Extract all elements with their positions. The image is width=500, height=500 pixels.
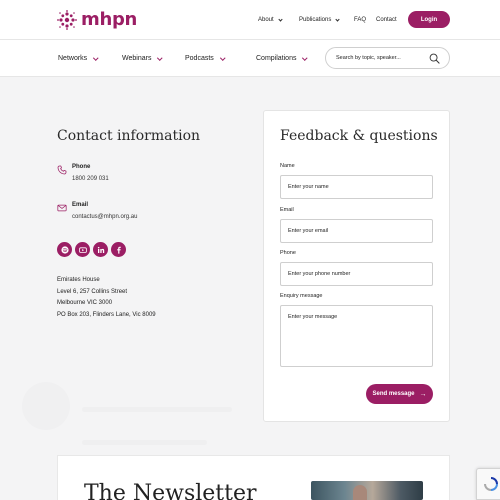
subnav-item-label: Networks (58, 55, 88, 62)
logo-mark-icon (57, 9, 77, 30)
message-field[interactable] (280, 305, 433, 367)
chevron-down-icon (157, 55, 163, 60)
search-icon[interactable] (429, 53, 440, 64)
contact-phone: Phone 1800 209 031 (57, 164, 109, 182)
contact-title: Contact information (57, 128, 201, 144)
youtube-icon[interactable] (75, 242, 90, 257)
faded-decoration (82, 440, 207, 445)
subnav-item-webinars[interactable]: Webinars (122, 40, 163, 77)
nav-publications[interactable]: Publications (299, 0, 340, 40)
feedback-title: Feedback & questions (280, 128, 438, 144)
recaptcha-badge[interactable] (476, 468, 500, 500)
mail-icon (57, 204, 67, 212)
send-message-button[interactable]: Send message → (366, 384, 433, 404)
nav-faq-label: FAQ (354, 17, 367, 23)
email-label: Email (72, 202, 89, 208)
chevron-down-icon (278, 16, 283, 22)
subnav-item-label: Compilations (256, 55, 297, 62)
newsletter-title: The Newsletter (84, 481, 257, 500)
subnav-item-label: Podcasts (185, 55, 214, 62)
facebook-icon[interactable] (111, 242, 126, 257)
subnav-item-compilations[interactable]: Compilations (256, 40, 308, 77)
chevron-down-icon (220, 55, 226, 60)
logo-text: mhpn (81, 9, 138, 30)
search-box (325, 47, 450, 69)
faded-decoration (22, 382, 70, 430)
subnav-item-podcasts[interactable]: Podcasts (185, 40, 226, 77)
recaptcha-icon (484, 477, 498, 491)
email-field[interactable] (280, 219, 433, 243)
phone-label: Phone (72, 164, 91, 170)
phone-field[interactable] (280, 262, 433, 286)
nav-publications-label: Publications (299, 17, 332, 23)
address-line: PO Box 203, Flinders Lane, Vic 8009 (57, 311, 156, 318)
name-label: Name (280, 163, 295, 169)
social-links (57, 242, 126, 257)
search-input[interactable] (336, 55, 424, 61)
chevron-down-icon (93, 55, 99, 60)
login-button[interactable]: Login (408, 11, 450, 28)
nav-about-label: About (258, 17, 274, 23)
subnav-item-label: Webinars (122, 55, 152, 62)
subnav-item-networks[interactable]: Networks (58, 40, 99, 77)
phone-icon (57, 165, 67, 175)
phone-value[interactable]: 1800 209 031 (72, 176, 109, 182)
email-value[interactable]: contactus@mhpn.org.au (72, 214, 137, 220)
name-field[interactable] (280, 175, 433, 199)
top-header: mhpn About Publications FAQ Contact Logi… (0, 0, 500, 40)
address-line: Emirates House (57, 277, 100, 283)
newsletter-image (311, 481, 423, 500)
arrow-right-icon: → (419, 390, 427, 398)
nav-about[interactable]: About (258, 0, 283, 40)
newsletter-image-figure (353, 485, 367, 500)
faded-decoration (82, 407, 232, 412)
contact-email: Email contactus@mhpn.org.au (57, 202, 137, 220)
nav-faq[interactable]: FAQ (354, 0, 366, 40)
linkedin-icon[interactable] (93, 242, 108, 257)
nav-contact[interactable]: Contact (376, 0, 397, 40)
message-label: Enquiry message (280, 293, 323, 299)
address-line: Level 6, 257 Collins Street (57, 288, 128, 295)
send-message-label: Send message (372, 391, 415, 397)
chevron-down-icon (302, 55, 308, 60)
postal-address: Emirates House Level 6, 257 Collins Stre… (57, 275, 156, 321)
email-field-label: Email (280, 207, 294, 213)
spotify-icon[interactable] (57, 242, 72, 257)
nav-contact-label: Contact (376, 17, 397, 23)
mhpn-logo[interactable]: mhpn (57, 9, 137, 30)
chevron-down-icon (335, 16, 340, 22)
phone-field-label: Phone (280, 250, 296, 256)
address-line: Melbourne VIC 3000 (57, 300, 113, 306)
